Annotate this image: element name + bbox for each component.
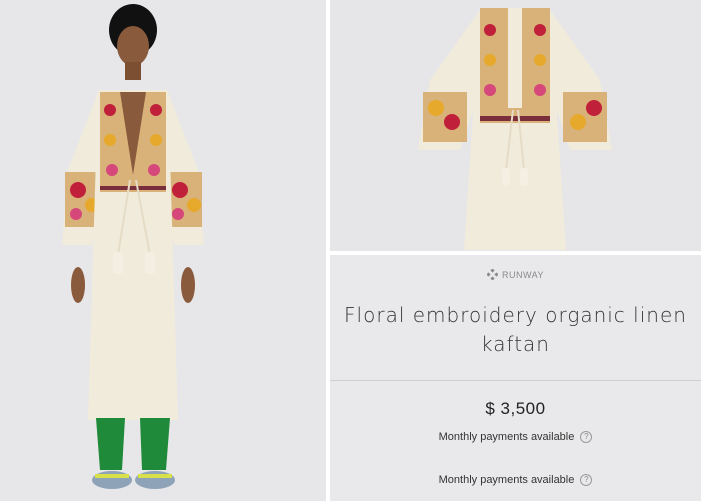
- question-circle-icon[interactable]: ?: [580, 474, 593, 486]
- brand-name: RUNWAY: [502, 269, 544, 280]
- monthly-payments-label: Monthly payments available: [438, 431, 575, 443]
- question-circle-icon[interactable]: ?: [580, 431, 593, 443]
- right-pant: [140, 418, 170, 470]
- monthly-payments-row: Monthly payments available ?: [330, 431, 701, 443]
- model-illustration: [62, 4, 204, 489]
- product-info-panel: RUNWAY Floral embroidery organic linen k…: [330, 255, 701, 501]
- monthly-payments-label: Monthly payments available: [438, 474, 575, 486]
- left-shoe: [92, 471, 132, 489]
- brand-label[interactable]: RUNWAY: [330, 269, 701, 280]
- divider-line: [330, 380, 701, 381]
- kaftan-illustration: [418, 8, 612, 250]
- diamond-grid-icon: [487, 269, 498, 280]
- neck: [125, 62, 141, 80]
- product-photo[interactable]: [330, 0, 701, 251]
- model-photo[interactable]: [0, 0, 326, 501]
- face: [117, 26, 149, 66]
- product-price: $ 3,500: [485, 399, 546, 418]
- monthly-payments-row: Monthly payments available ?: [330, 474, 701, 486]
- left-pant: [96, 418, 125, 470]
- product-title: Floral embroidery organic linen kaftan: [344, 303, 687, 356]
- right-shoe: [135, 471, 175, 489]
